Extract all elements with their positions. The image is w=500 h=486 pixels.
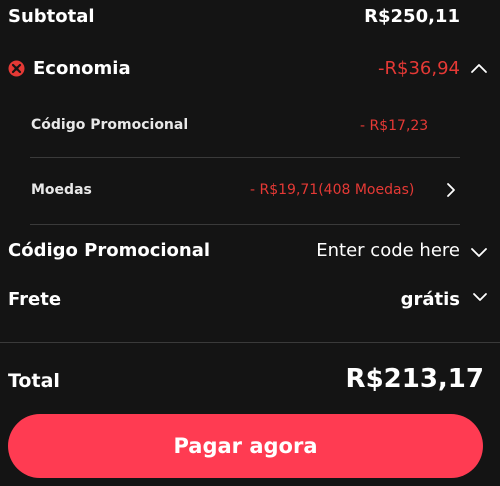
economy-value: -R$36,94 (378, 58, 460, 79)
subtotal-value: R$250,11 (364, 6, 460, 27)
economy-badge-icon (8, 60, 25, 77)
promo-discount-label: Código Promocional (31, 117, 189, 133)
promo-code-input[interactable]: Enter code here (316, 240, 460, 261)
chevron-right-icon[interactable] (444, 181, 458, 203)
economy-label: Economia (33, 58, 131, 79)
coins-label: Moedas (31, 182, 92, 198)
pay-now-button[interactable]: Pagar agora (8, 414, 483, 478)
divider (30, 157, 460, 158)
chevron-up-icon[interactable] (470, 60, 488, 80)
chevron-down-icon[interactable] (470, 244, 488, 264)
total-value: R$213,17 (345, 364, 484, 394)
promo-discount-value: - R$17,23 (360, 118, 429, 134)
subtotal-label: Subtotal (8, 6, 95, 27)
divider (0, 342, 500, 343)
caret-down-icon[interactable] (472, 288, 488, 307)
divider (30, 224, 460, 225)
promo-code-label: Código Promocional (8, 240, 211, 261)
coins-value: - R$19,71(408 Moedas) (250, 182, 415, 198)
shipping-label: Frete (8, 289, 62, 310)
shipping-value: grátis (400, 289, 460, 310)
total-label: Total (8, 370, 60, 392)
